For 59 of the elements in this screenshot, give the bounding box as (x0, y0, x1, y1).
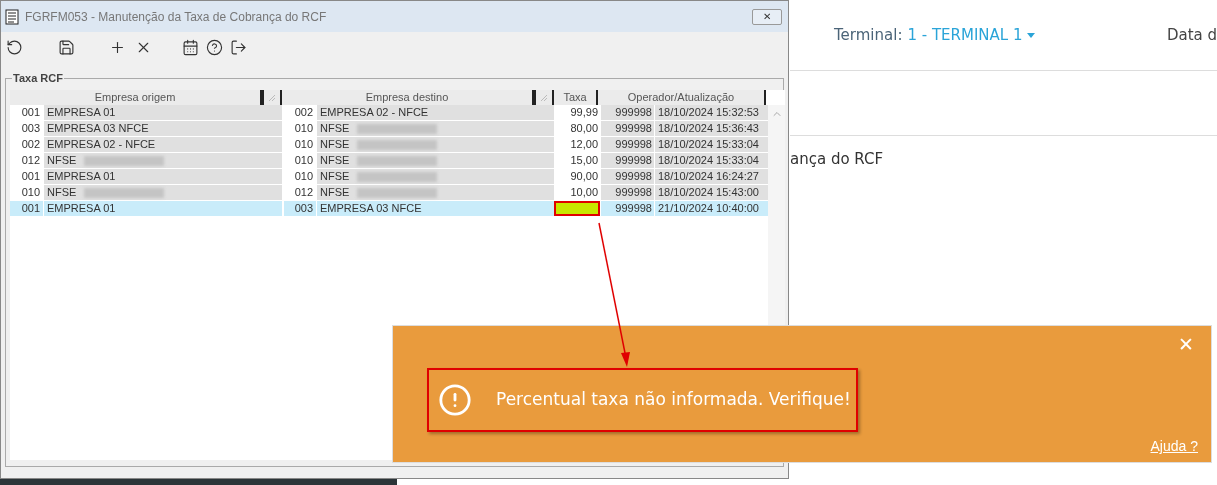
table-cell: 010 (282, 137, 316, 152)
table-cell: NFSE (43, 153, 282, 168)
table-cell: 002 (10, 137, 43, 152)
group-title: Taxa RCF (12, 71, 64, 85)
column-header[interactable]: Empresa origem (10, 90, 262, 105)
table-row[interactable]: 010 NFSE 012 NFSE 10,00 999998 18/10/2024 15:43:00 (10, 185, 768, 201)
date-label: Data d (1166, 24, 1217, 46)
column-header[interactable]: Empresa destino (282, 90, 534, 105)
document-icon (5, 8, 19, 25)
table-cell: 012 (282, 185, 316, 200)
table-cell: NFSE (316, 169, 554, 184)
table-cell: 90,00 (554, 169, 600, 184)
table-cell: 999998 (600, 105, 654, 120)
column-header[interactable]: Operador/Atualização (598, 90, 766, 105)
table-row[interactable]: 001 EMPRESA 01 002 EMPRESA 02 - NFCE 99,99 999998 18/10/2024 15:32:53 (10, 105, 768, 121)
table-cell: 003 (10, 121, 43, 136)
table-cell: 001 (10, 169, 43, 184)
table-cell: 999998 (600, 121, 654, 136)
table-cell: 10,00 (554, 185, 600, 200)
column-header[interactable]: Taxa (554, 90, 598, 105)
table-cell: 80,00 (554, 121, 600, 136)
table-cell: 999998 (600, 185, 654, 200)
table-cell: NFSE (316, 121, 554, 136)
error-message: Percentual taxa não informada. Verifique! (496, 388, 851, 412)
table-cell: 002 (282, 105, 316, 120)
caret-icon (1026, 32, 1035, 38)
table-cell: NFSE (316, 137, 554, 152)
table-row[interactable]: 001 EMPRESA 01 003 EMPRESA 03 NFCE 999998 21/10/2024 10:40:00 (10, 201, 768, 217)
table-cell: 999998 (600, 153, 654, 168)
calendar-icon[interactable] (182, 38, 199, 56)
table-cell: 001 (10, 105, 43, 120)
close-button[interactable]: ✕ (752, 8, 782, 25)
table-cell: 010 (10, 185, 43, 200)
alert-icon (438, 383, 472, 417)
table-cell: 999998 (600, 169, 654, 184)
table-cell: 012 (10, 153, 43, 168)
table-cell: 010 (282, 169, 316, 184)
window-title: FGRFM053 - Manutenção da Taxa de Cobrança do RCF (25, 8, 327, 26)
table-cell: 15,00 (554, 153, 600, 168)
table-row[interactable]: 002 EMPRESA 02 - NFCE 010 NFSE 12,00 999998 18/10/2024 15:33:04 (10, 137, 768, 153)
table-cell: 999998 (600, 137, 654, 152)
table-row[interactable]: 001 EMPRESA 01 010 NFSE 90,00 999998 18/10/2024 16:24:27 (10, 169, 768, 185)
help-icon[interactable] (206, 38, 223, 56)
table-cell: 12,00 (554, 137, 600, 152)
table-row[interactable]: 012 NFSE 010 NFSE 15,00 999998 18/10/2024 15:33:04 (10, 153, 768, 169)
table-cell: NFSE (316, 185, 554, 200)
table-cell: 999998 (600, 201, 654, 216)
save-icon[interactable] (58, 38, 75, 56)
table-cell: NFSE (43, 185, 282, 200)
table-cell: 003 (282, 201, 316, 216)
table-cell: NFSE (316, 153, 554, 168)
page-title: ança do RCF (790, 149, 885, 170)
table-row[interactable]: 003 EMPRESA 03 NFCE 010 NFSE 80,00 999998 18/10/2024 15:36:43 (10, 121, 768, 137)
undo-icon[interactable] (6, 38, 23, 56)
exit-icon[interactable] (230, 38, 247, 56)
terminal-label: Terminal: (834, 24, 903, 46)
table-cell: 010 (282, 153, 316, 168)
table-cell: 99,99 (554, 105, 600, 120)
table-cell: 010 (282, 121, 316, 136)
